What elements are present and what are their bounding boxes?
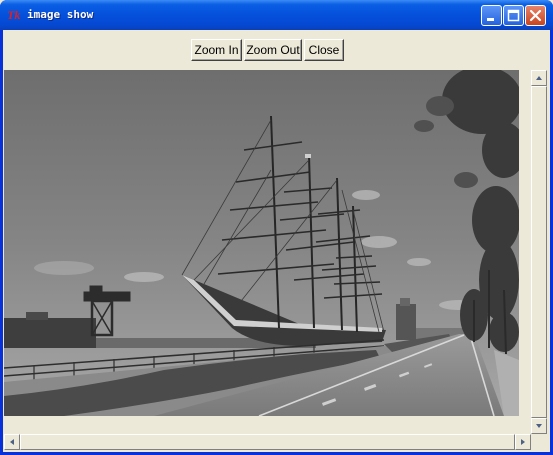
- window-title: image show: [27, 8, 94, 21]
- horizontal-scroll-thumb[interactable]: [20, 434, 515, 450]
- vertical-scrollbar[interactable]: [531, 70, 547, 434]
- image-canvas[interactable]: [4, 70, 519, 416]
- close-button[interactable]: Close: [304, 39, 344, 61]
- minimize-button[interactable]: [481, 5, 502, 26]
- zoom-in-button[interactable]: Zoom In: [191, 39, 242, 61]
- image-show-window: Tk image show Zoom In Zoom Out Close: [0, 0, 553, 455]
- zoom-out-button[interactable]: Zoom Out: [244, 39, 302, 61]
- scroll-up-button[interactable]: [531, 70, 547, 86]
- scroll-left-button[interactable]: [4, 434, 20, 450]
- harbor-tall-ship-photo: [4, 70, 519, 416]
- scroll-down-button[interactable]: [531, 418, 547, 434]
- vertical-scroll-thumb[interactable]: [531, 86, 547, 418]
- arrow-right-icon: [521, 439, 525, 445]
- title-bar[interactable]: Tk image show: [0, 0, 553, 30]
- minimize-icon: [487, 18, 494, 21]
- scrollbar-corner: [531, 434, 547, 450]
- maximize-button[interactable]: [503, 5, 524, 26]
- arrow-left-icon: [10, 439, 14, 445]
- arrow-down-icon: [536, 424, 542, 428]
- horizontal-scrollbar[interactable]: [4, 434, 531, 450]
- window-client-area: Zoom In Zoom Out Close: [3, 30, 550, 452]
- close-icon: [529, 9, 542, 22]
- tk-app-icon: Tk: [7, 8, 21, 22]
- scroll-right-button[interactable]: [515, 434, 531, 450]
- close-window-button[interactable]: [525, 5, 546, 26]
- toolbar: Zoom In Zoom Out Close: [3, 30, 550, 70]
- maximize-icon: [507, 9, 520, 22]
- arrow-up-icon: [536, 76, 542, 80]
